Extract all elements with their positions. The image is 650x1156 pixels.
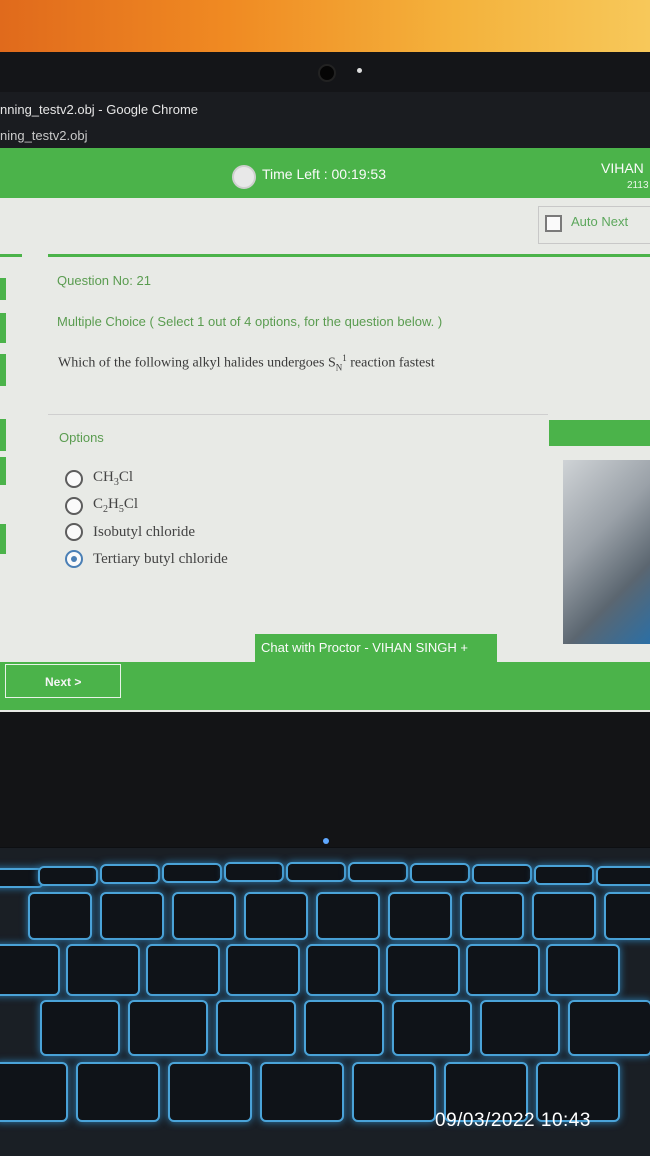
keyboard-key — [568, 1000, 650, 1056]
question-text: Which of the following alkyl halides und… — [58, 353, 435, 373]
laptop-screen: nning_testv2.obj - Google Chrome ning_te… — [0, 92, 650, 712]
keyboard-key — [460, 892, 524, 940]
keyboard-key — [466, 944, 540, 996]
power-led — [323, 838, 329, 844]
keyboard-key — [304, 1000, 384, 1056]
keyboard-key — [216, 1000, 296, 1056]
divider-left — [0, 254, 22, 257]
option-2-label: C2H5Cl — [93, 496, 139, 515]
chat-with-proctor-button[interactable]: Chat with Proctor - VIHAN SINGH + — [255, 634, 497, 662]
keyboard-key — [172, 892, 236, 940]
browser-titlebar — [0, 92, 650, 148]
option-3-label: Isobutyl chloride — [93, 523, 196, 540]
question-number: Question No: 21 — [57, 273, 151, 288]
keyboard-key — [226, 944, 300, 996]
keyboard-key — [38, 866, 98, 886]
option-4[interactable]: Tertiary butyl chloride — [65, 550, 228, 568]
options-divider — [48, 414, 548, 415]
keyboard-key — [168, 1062, 252, 1122]
option-1[interactable]: CH3Cl — [65, 469, 133, 488]
keyboard-key — [534, 865, 594, 885]
keyboard-key — [386, 944, 460, 996]
question-type: Multiple Choice ( Select 1 out of 4 opti… — [57, 314, 443, 329]
tab-subtitle: ning_testv2.obj — [0, 128, 88, 143]
laptop-lower-bezel — [0, 712, 650, 847]
sidebar-tab[interactable] — [0, 354, 6, 386]
keyboard-key — [128, 1000, 208, 1056]
keyboard-key — [388, 892, 452, 940]
keyboard-key — [306, 944, 380, 996]
keyboard-key — [480, 1000, 560, 1056]
keyboard-key — [604, 892, 650, 940]
user-name: VIHAN — [601, 160, 644, 176]
time-left: Time Left : 00:19:53 — [262, 166, 386, 182]
keyboard-key — [260, 1062, 344, 1122]
sidebar-tab[interactable] — [0, 313, 6, 343]
keyboard-key — [76, 1062, 160, 1122]
keyboard-key — [546, 944, 620, 996]
keyboard-key — [352, 1062, 436, 1122]
keyboard-key — [410, 863, 470, 883]
window-title: nning_testv2.obj - Google Chrome — [0, 102, 199, 117]
keyboard-key — [286, 862, 346, 882]
keyboard-key — [392, 1000, 472, 1056]
keyboard-key — [66, 944, 140, 996]
next-button[interactable]: Next > — [5, 664, 121, 698]
radio-button[interactable] — [65, 523, 83, 541]
keyboard-key — [244, 892, 308, 940]
radio-button[interactable] — [65, 469, 83, 488]
keyboard-key — [28, 892, 92, 940]
webcam-icon — [318, 64, 336, 82]
photo-timestamp: 09/03/2022 10:43 — [435, 1110, 591, 1131]
webcam-led — [357, 68, 362, 73]
proctor-video-feed — [563, 460, 650, 644]
proctor-video-header — [549, 420, 650, 446]
auto-next-checkbox[interactable] — [545, 215, 562, 232]
keyboard-key — [596, 866, 650, 886]
sidebar-tab[interactable] — [0, 419, 6, 451]
options-heading: Options — [59, 430, 104, 445]
keyboard-key — [0, 1062, 68, 1122]
keyboard-key — [100, 864, 160, 884]
keyboard-key — [162, 863, 222, 883]
radio-button[interactable] — [65, 496, 83, 515]
user-id: 2113 — [627, 180, 649, 191]
option-4-label: Tertiary butyl chloride — [93, 550, 228, 567]
keyboard-key — [0, 944, 60, 996]
keyboard-key — [100, 892, 164, 940]
header-divider — [48, 254, 650, 257]
auto-next-label: Auto Next — [571, 214, 629, 229]
keyboard-key — [316, 892, 380, 940]
option-1-label: CH3Cl — [93, 469, 134, 488]
keyboard-key — [532, 892, 596, 940]
keyboard-key — [348, 862, 408, 882]
radio-button-selected[interactable] — [65, 550, 83, 568]
clock-icon — [232, 165, 256, 189]
keyboard-key — [146, 944, 220, 996]
keyboard-key — [40, 1000, 120, 1056]
keyboard-key — [472, 864, 532, 884]
sidebar-tab[interactable] — [0, 278, 6, 300]
sidebar-tab[interactable] — [0, 524, 6, 554]
keyboard-key — [224, 862, 284, 882]
option-2[interactable]: C2H5Cl — [65, 496, 138, 515]
sidebar-tab[interactable] — [0, 457, 6, 485]
option-3[interactable]: Isobutyl chloride — [65, 523, 195, 541]
